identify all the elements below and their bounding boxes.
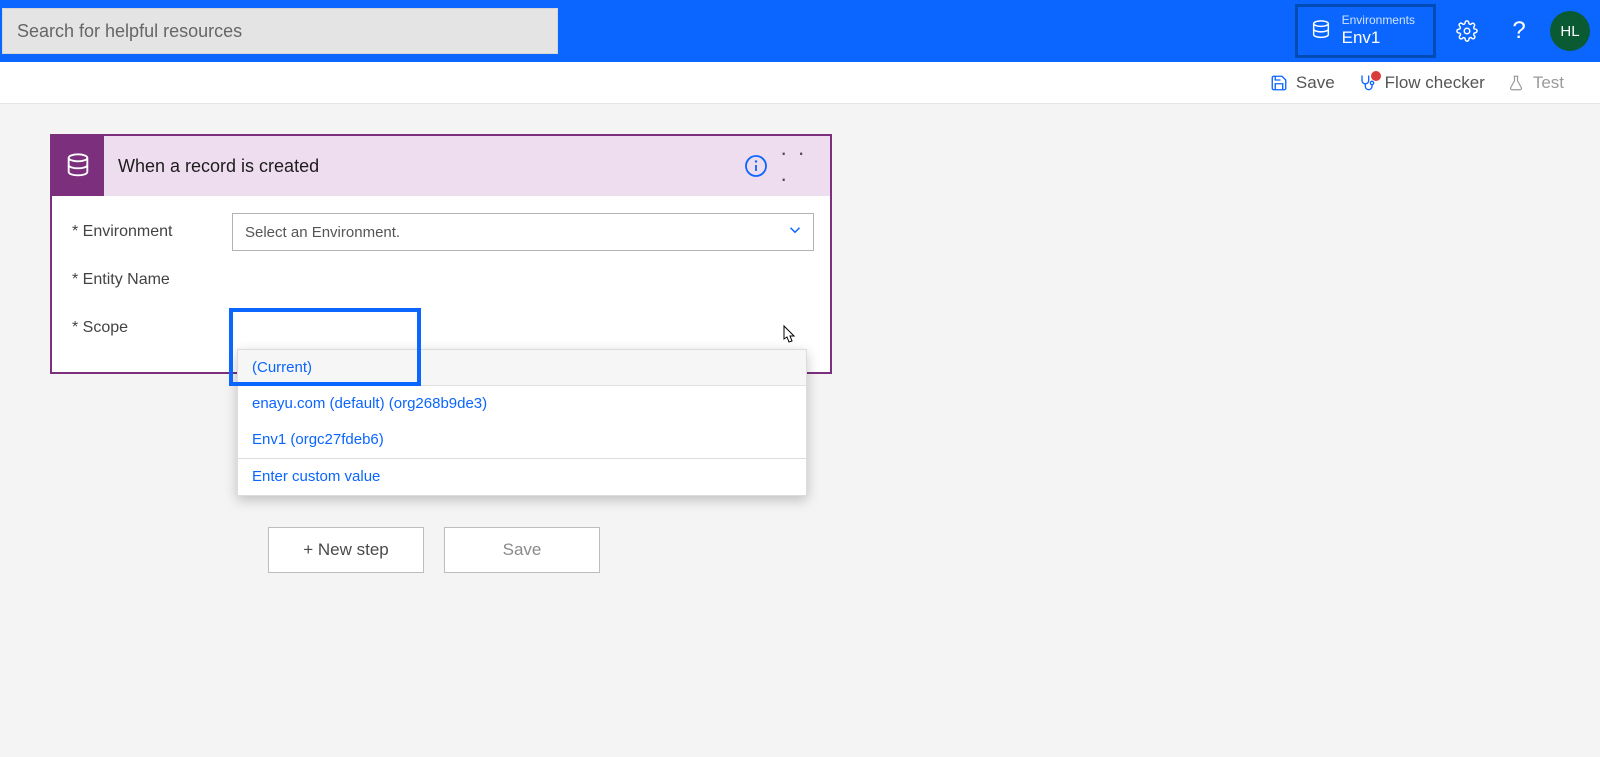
avatar-initials: HL <box>1560 23 1579 40</box>
environments-label: Environments <box>1342 13 1415 28</box>
scope-field-label: * Scope <box>72 319 232 337</box>
info-icon <box>744 154 768 178</box>
stethoscope-icon <box>1357 73 1377 93</box>
database-icon <box>1310 19 1332 41</box>
environment-dropdown: (Current) enayu.com (default) (org268b9d… <box>237 349 807 496</box>
dropdown-option-default[interactable]: enayu.com (default) (org268b9de3) <box>238 386 806 422</box>
help-icon: ? <box>1512 17 1525 45</box>
dropdown-custom-value[interactable]: Enter custom value <box>238 459 806 495</box>
designer-toolbar: Save Flow checker Test <box>0 62 1600 104</box>
environment-name: Env1 <box>1342 28 1415 48</box>
flow-canvas: When a record is created · · · * Environ… <box>0 104 1600 374</box>
dropdown-option-env1[interactable]: Env1 (orgc27fdeb6) <box>238 422 806 458</box>
search-input[interactable] <box>2 8 558 54</box>
user-avatar[interactable]: HL <box>1550 11 1590 51</box>
info-button[interactable] <box>736 146 776 186</box>
ellipsis-icon: · · · <box>780 140 820 192</box>
save-button-label: Save <box>503 540 542 560</box>
help-button[interactable]: ? <box>1498 10 1540 52</box>
environment-field-label: * Environment <box>72 223 232 241</box>
save-label: Save <box>1296 73 1335 93</box>
environment-select[interactable]: Select an Environment. <box>232 213 814 251</box>
trigger-header[interactable]: When a record is created · · · <box>52 136 830 196</box>
trigger-card: When a record is created · · · * Environ… <box>50 134 832 374</box>
save-button[interactable]: Save <box>444 527 600 573</box>
trigger-title: When a record is created <box>118 156 736 177</box>
new-step-label: + New step <box>303 540 389 560</box>
chevron-down-icon <box>786 221 804 239</box>
environment-select-value: Select an Environment. <box>232 213 814 251</box>
test-action[interactable]: Test <box>1507 73 1564 93</box>
entity-field-label: * Entity Name <box>72 271 232 289</box>
flask-icon <box>1507 74 1525 92</box>
save-icon <box>1270 74 1288 92</box>
flow-checker-action[interactable]: Flow checker <box>1357 73 1485 93</box>
cds-icon <box>52 136 104 196</box>
save-action[interactable]: Save <box>1270 73 1335 93</box>
dropdown-option-current[interactable]: (Current) <box>238 350 806 386</box>
new-step-button[interactable]: + New step <box>268 527 424 573</box>
test-label: Test <box>1533 73 1564 93</box>
card-menu-button[interactable]: · · · <box>780 146 820 186</box>
top-bar: Environments Env1 ? HL <box>0 0 1600 62</box>
flow-checker-label: Flow checker <box>1385 73 1485 93</box>
environment-selector[interactable]: Environments Env1 <box>1295 4 1436 58</box>
gear-icon <box>1456 20 1478 42</box>
settings-button[interactable] <box>1446 10 1488 52</box>
